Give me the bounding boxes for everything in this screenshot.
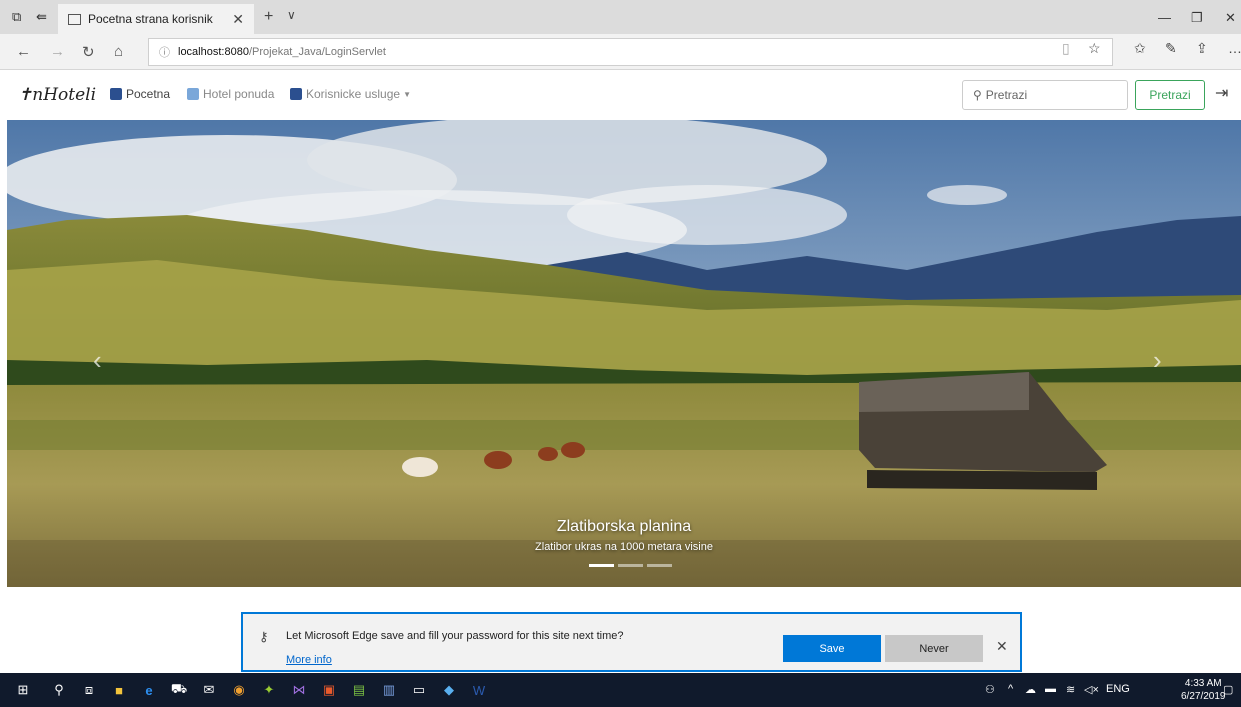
- landscape-image: [7, 120, 1241, 587]
- carousel-indicator[interactable]: [647, 564, 672, 567]
- nav-hotel-ponuda-label: Hotel ponuda: [203, 87, 275, 101]
- browser-tab[interactable]: Pocetna strana korisnik ✕: [58, 4, 254, 34]
- mail-icon[interactable]: ✉: [200, 681, 218, 699]
- people-icon[interactable]: ⚇: [985, 683, 995, 696]
- share-icon[interactable]: ⇪: [1196, 40, 1208, 57]
- reading-view-icon[interactable]: ▯: [1062, 40, 1070, 57]
- home-icon[interactable]: ⌂: [114, 43, 123, 60]
- nav-korisnicke-usluge[interactable]: Korisnicke usluge ▼: [290, 87, 411, 101]
- search-input[interactable]: ⚲ Pretrazi: [962, 80, 1128, 110]
- list-icon: [187, 88, 199, 100]
- clock[interactable]: 4:33 AM 6/27/2019: [1181, 677, 1226, 703]
- app-icon[interactable]: ▤: [350, 681, 368, 699]
- hotel-logo-icon: ✝: [18, 85, 33, 105]
- nav-pocetna-label: Pocetna: [126, 87, 171, 101]
- forward-icon[interactable]: →: [50, 43, 65, 60]
- save-button[interactable]: Save: [783, 635, 881, 662]
- browser-tab-strip: ⧉ ⇚ Pocetna strana korisnik ✕ + ∨ — ❐ ✕: [0, 0, 1241, 34]
- site-navbar: ✝nHoteli Pocetna Hotel ponuda Korisnicke…: [0, 70, 1241, 120]
- battery-icon[interactable]: ▬: [1045, 683, 1056, 695]
- carousel-prev-icon[interactable]: ‹: [93, 345, 102, 376]
- carousel-next-icon[interactable]: ›: [1153, 345, 1162, 376]
- minimize-icon[interactable]: —: [1158, 10, 1171, 25]
- clock-date: 6/27/2019: [1181, 691, 1226, 702]
- language-indicator[interactable]: ENG: [1106, 683, 1130, 695]
- nav-korisnicke-usluge-label: Korisnicke usluge: [306, 87, 401, 101]
- slide-subtitle: Zlatibor ukras na 1000 metara visine: [535, 541, 713, 553]
- brand-logo[interactable]: ✝nHoteli: [18, 85, 96, 105]
- visual-studio-app-icon[interactable]: ▥: [380, 681, 398, 699]
- page-icon: [68, 13, 81, 25]
- app-icon[interactable]: ✦: [260, 681, 278, 699]
- wifi-icon[interactable]: ≋: [1066, 683, 1075, 696]
- info-icon: ⓘ: [159, 47, 170, 59]
- url-path: /Projekat_Java/LoginServlet: [248, 46, 386, 58]
- visual-studio-icon[interactable]: ⋈: [290, 681, 308, 699]
- close-icon[interactable]: ✕: [996, 638, 1008, 655]
- window-icon[interactable]: ▭: [410, 681, 428, 699]
- volume-muted-icon[interactable]: ◁×: [1084, 683, 1099, 696]
- save-password-prompt: ⚷ Let Microsoft Edge save and fill your …: [241, 612, 1022, 672]
- carousel-indicator[interactable]: [618, 564, 643, 567]
- cube-icon[interactable]: ◆: [440, 681, 458, 699]
- back-icon[interactable]: ←: [16, 43, 31, 60]
- onedrive-icon[interactable]: ☁: [1025, 683, 1036, 696]
- tab-actions-icon[interactable]: ⧉: [12, 9, 28, 24]
- carousel-indicators: [589, 564, 672, 567]
- carousel-indicator[interactable]: [589, 564, 614, 567]
- nav-pocetna[interactable]: Pocetna: [110, 87, 170, 101]
- refresh-icon[interactable]: ↻: [82, 43, 95, 61]
- dropdown-caret-icon: ▼: [403, 89, 411, 99]
- chrome-icon[interactable]: ◉: [230, 681, 248, 699]
- key-icon: ⚷: [259, 629, 269, 644]
- maximize-icon[interactable]: ❐: [1191, 10, 1203, 26]
- search-button[interactable]: Pretrazi: [1135, 80, 1205, 110]
- show-hidden-icons-icon[interactable]: ^: [1008, 683, 1013, 695]
- notifications-icon[interactable]: ▢: [1223, 683, 1233, 696]
- new-tab-icon[interactable]: +: [264, 8, 273, 26]
- never-button[interactable]: Never: [885, 635, 983, 662]
- prompt-message: Let Microsoft Edge save and fill your pa…: [286, 630, 624, 642]
- clock-time: 4:33 AM: [1184, 678, 1222, 689]
- address-bar-row: ← → ↻ ⌂ ⓘ localhost:8080/Projekat_Java/L…: [0, 34, 1241, 70]
- windows-start-icon[interactable]: ⊞: [14, 681, 32, 699]
- chevron-down-icon[interactable]: ∨: [287, 8, 296, 22]
- file-explorer-icon[interactable]: ■: [110, 681, 128, 699]
- slide-title: Zlatiborska planina: [556, 518, 692, 535]
- brand-name: nHoteli: [32, 85, 97, 105]
- edge-icon[interactable]: e: [140, 681, 158, 699]
- close-window-icon[interactable]: ✕: [1225, 10, 1236, 26]
- store-icon[interactable]: ⛟: [170, 681, 188, 699]
- favorite-star-icon[interactable]: ☆: [1088, 40, 1101, 57]
- close-tab-icon[interactable]: ✕: [232, 11, 244, 28]
- search-icon[interactable]: ⚲: [50, 681, 68, 699]
- favorites-hub-icon[interactable]: ✩: [1134, 40, 1146, 57]
- user-card-icon: [290, 88, 302, 100]
- url-host: localhost:8080: [178, 46, 249, 58]
- home-icon: [110, 88, 122, 100]
- url-field[interactable]: ⓘ localhost:8080/Projekat_Java/LoginServ…: [148, 38, 1113, 66]
- more-icon[interactable]: …: [1228, 40, 1241, 56]
- xampp-icon[interactable]: ▣: [320, 681, 338, 699]
- windows-taskbar: ⊞ ⚲ ⧈ ■ e ⛟ ✉ ◉ ✦ ⋈ ▣ ▤ ▥ ▭ ◆ W ⚇ ^ ☁ ▬ …: [0, 673, 1241, 707]
- notes-pen-icon[interactable]: ✎: [1165, 40, 1177, 57]
- search-placeholder: Pretrazi: [985, 88, 1028, 102]
- logout-icon[interactable]: ⇥: [1215, 83, 1228, 103]
- task-view-icon[interactable]: ⧈: [80, 681, 98, 699]
- hero-carousel: ‹ › Zlatiborska planina Zlatibor ukras n…: [7, 120, 1241, 587]
- search-icon: ⚲: [973, 88, 982, 102]
- word-icon[interactable]: W: [470, 681, 488, 699]
- more-info-link[interactable]: More info: [286, 654, 332, 666]
- tab-title: Pocetna strana korisnik: [88, 12, 213, 26]
- set-aside-tabs-icon[interactable]: ⇚: [36, 9, 52, 24]
- nav-hotel-ponuda[interactable]: Hotel ponuda: [187, 87, 274, 101]
